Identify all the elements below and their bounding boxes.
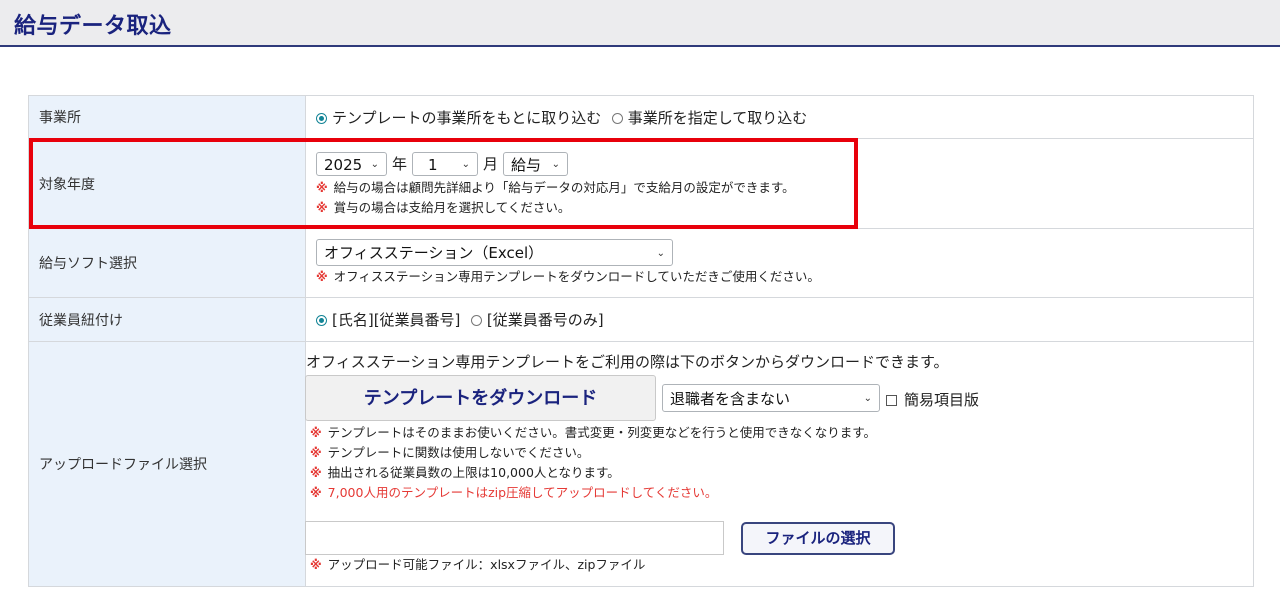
chevron-down-icon: ⌄ bbox=[656, 248, 665, 259]
pay-kind-select[interactable]: 給与 ⌄ bbox=[503, 151, 569, 176]
file-path-input[interactable] bbox=[305, 521, 724, 555]
radio-unchecked-icon[interactable] bbox=[470, 315, 482, 326]
page-header: 給与データ取込 bbox=[0, 0, 1280, 47]
year-select[interactable]: 2025 ⌄ bbox=[316, 151, 387, 176]
software-label: 給与ソフト選択 bbox=[28, 228, 306, 298]
download-template-button[interactable]: テンプレートをダウンロード bbox=[305, 375, 656, 421]
upload-note: ※ 抽出される従業員数の上限は10,000人となります。 bbox=[310, 465, 620, 480]
target-year-label: 対象年度 bbox=[28, 138, 306, 229]
chevron-down-icon: ⌄ bbox=[461, 158, 471, 170]
row-target-year: 対象年度 2025 ⌄ 年 1 ⌄ 月 給与 ⌄ ※ 給与の場合は顧問先詳細より「… bbox=[28, 138, 1254, 229]
employee-link-label: 従業員紐付け bbox=[28, 297, 306, 342]
radio-checked-icon[interactable] bbox=[316, 112, 327, 124]
checkbox-icon[interactable] bbox=[886, 395, 897, 406]
row-employee-link: 従業員紐付け [氏名][従業員番号] [従業員番号のみ] bbox=[28, 297, 1254, 342]
employee-link-option-number-only[interactable]: [従業員番号のみ] bbox=[470, 311, 610, 329]
upload-notes: ※ テンプレートはそのままお使いください。書式変更・列変更などを行うと使用できなく… bbox=[310, 423, 876, 503]
upload-note-warning: ※ 7,000人用のテンプレートはzip圧縮してアップロードしてください。 bbox=[310, 485, 718, 500]
file-select-button[interactable]: ファイルの選択 bbox=[741, 522, 895, 555]
import-form: 事業所 テンプレートの事業所をもとに取り込む 事業所を指定して取り込む 対象年度… bbox=[28, 95, 1254, 587]
upload-label: アップロードファイル選択 bbox=[28, 341, 306, 587]
target-year-note-2: ※ 賞与の場合は支給月を選択してください。 bbox=[316, 199, 571, 215]
target-year-note-1: ※ 給与の場合は顧問先詳細より「給与データの対応月」で支給月の設定ができます。 bbox=[316, 179, 795, 195]
upload-note: ※ テンプレートはそのままお使いください。書式変更・列変更などを行うと使用できなく… bbox=[310, 425, 877, 440]
upload-intro: オフィスステーション専用テンプレートをご利用の際は下のボタンからダウンロードでき… bbox=[306, 353, 949, 371]
row-software: 給与ソフト選択 オフィスステーション（Excel） ⌄ ※ オフィスステーション専… bbox=[28, 228, 1254, 298]
simple-version-checkbox[interactable]: 簡易項目版 bbox=[886, 389, 979, 410]
radio-checked-icon[interactable] bbox=[316, 315, 327, 326]
upload-note: ※ テンプレートに関数は使用しないでください。 bbox=[310, 445, 590, 460]
file-type-note: ※ アップロード可能ファイル：xlsxファイル、zipファイル bbox=[310, 557, 646, 572]
software-note: ※ オフィスステーション専用テンプレートをダウンロードしていただきご使用ください。 bbox=[316, 269, 820, 284]
office-option-specify[interactable]: 事業所を指定して取り込む bbox=[611, 109, 814, 127]
software-value: オフィスステーション（Excel） ⌄ ※ オフィスステーション専用テンプレートを… bbox=[305, 228, 1254, 298]
target-year-value: 2025 ⌄ 年 1 ⌄ 月 給与 ⌄ ※ 給与の場合は顧問先詳細より「給与データ… bbox=[305, 138, 1254, 229]
chevron-down-icon: ⌄ bbox=[863, 393, 872, 404]
row-office: 事業所 テンプレートの事業所をもとに取り込む 事業所を指定して取り込む bbox=[28, 95, 1254, 139]
employee-link-value: [氏名][従業員番号] [従業員番号のみ] bbox=[305, 297, 1254, 342]
month-select[interactable]: 1 ⌄ bbox=[412, 151, 479, 176]
chevron-down-icon: ⌄ bbox=[370, 158, 379, 170]
office-label: 事業所 bbox=[28, 95, 306, 139]
page-title: 給与データ取込 bbox=[14, 14, 172, 39]
office-value: テンプレートの事業所をもとに取り込む 事業所を指定して取り込む bbox=[305, 95, 1254, 139]
office-option-template[interactable]: テンプレートの事業所をもとに取り込む bbox=[316, 109, 612, 127]
retire-filter-select[interactable]: 退職者を含まない ⌄ bbox=[662, 384, 880, 412]
radio-unchecked-icon[interactable] bbox=[611, 112, 623, 124]
software-select[interactable]: オフィスステーション（Excel） ⌄ bbox=[316, 239, 673, 266]
employee-link-option-name-number[interactable]: [氏名][従業員番号] bbox=[316, 311, 471, 329]
chevron-down-icon: ⌄ bbox=[551, 158, 561, 170]
